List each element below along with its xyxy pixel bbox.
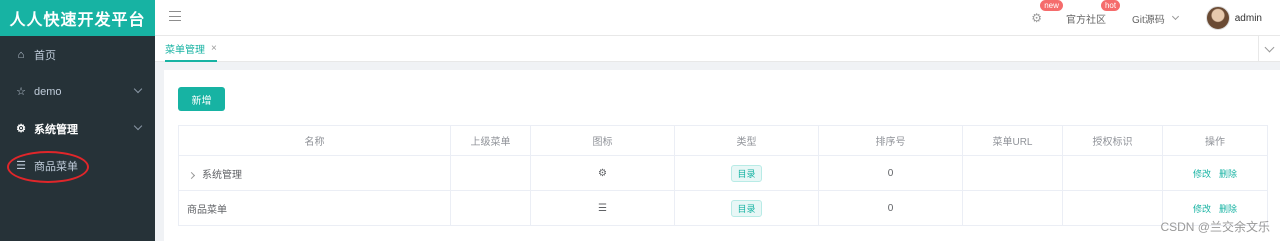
- col-type: 类型: [674, 125, 819, 156]
- star-icon: ☆: [16, 86, 26, 98]
- col-order: 排序号: [818, 125, 963, 156]
- git-source-dropdown[interactable]: Git源码: [1131, 11, 1179, 26]
- add-button[interactable]: 新增: [178, 87, 225, 111]
- cell-order: 0: [818, 190, 963, 226]
- cell-icon: ⚙: [530, 155, 675, 191]
- sidebar: 人人快速开发平台 ⌂ 首页 ☆ demo ⚙ 系统管理 ☰ 商品菜单: [0, 0, 155, 241]
- table-row: 系统管理 ⚙ 目录 0 修改 删除: [178, 155, 1268, 191]
- cell-order: 0: [818, 155, 963, 191]
- cell-icon: ☰: [530, 190, 675, 226]
- cell-parent: [450, 155, 531, 191]
- sidebar-item-home[interactable]: ⌂ 首页: [0, 36, 155, 73]
- cell-perm: [1062, 155, 1163, 191]
- settings-gear[interactable]: ⚙ new: [1031, 0, 1064, 25]
- cell-name: 系统管理: [178, 155, 451, 191]
- menu-icon: ☰: [598, 202, 607, 214]
- cell-name: 商品菜单: [178, 190, 451, 226]
- edit-link[interactable]: 修改: [1193, 204, 1211, 214]
- col-parent: 上级菜单: [450, 125, 531, 156]
- sidebar-item-label: 商品菜单: [34, 160, 78, 173]
- main-content: 新增 名称 上级菜单 图标 类型 排序号 菜单URL 授权标识 操作 系统管理: [164, 70, 1280, 241]
- chevron-down-icon: [133, 84, 143, 94]
- menu-table: 名称 上级菜单 图标 类型 排序号 菜单URL 授权标识 操作 系统管理 ⚙ 目…: [178, 125, 1268, 226]
- edit-link[interactable]: 修改: [1193, 169, 1211, 179]
- avatar[interactable]: [1205, 6, 1230, 30]
- sidebar-item-system[interactable]: ⚙ 系统管理: [0, 110, 155, 147]
- cell-parent: [450, 190, 531, 226]
- sidebar-item-label: 首页: [34, 49, 56, 62]
- header-right: ⚙ new 官方社区 hot Git源码 admin: [1031, 0, 1280, 36]
- gear-icon: ⚙: [598, 167, 607, 179]
- top-header: ⚙ new 官方社区 hot Git源码 admin: [155, 0, 1280, 36]
- sidebar-item-label: demo: [34, 85, 62, 98]
- type-tag: 目录: [731, 199, 762, 217]
- table-header-row: 名称 上级菜单 图标 类型 排序号 菜单URL 授权标识 操作: [178, 125, 1268, 156]
- type-tag: 目录: [731, 164, 762, 182]
- git-label: Git源码: [1131, 14, 1165, 26]
- watermark: CSDN @兰交余文乐: [1160, 220, 1270, 234]
- col-name: 名称: [178, 125, 451, 156]
- new-badge: new: [1039, 0, 1064, 12]
- tab-label: 菜单管理: [165, 44, 205, 56]
- cell-url: [962, 190, 1063, 226]
- delete-link[interactable]: 删除: [1219, 204, 1237, 214]
- cell-type: 目录: [674, 155, 819, 191]
- tab-menu-management[interactable]: 菜单管理 ×: [165, 36, 217, 62]
- sidebar-item-label: 系统管理: [34, 123, 78, 136]
- home-icon: ⌂: [17, 48, 25, 61]
- cell-type: 目录: [674, 190, 819, 226]
- hamburger-icon[interactable]: [169, 11, 181, 21]
- col-actions: 操作: [1162, 125, 1268, 156]
- menu-icon: ☰: [16, 160, 26, 172]
- cell-actions: 修改 删除: [1162, 155, 1268, 191]
- hot-badge: hot: [1099, 0, 1122, 12]
- sidebar-item-demo[interactable]: ☆ demo: [0, 73, 155, 110]
- chevron-down-icon: [1171, 12, 1179, 21]
- gear-icon: ⚙: [16, 123, 26, 135]
- row-name-text: 系统管理: [202, 169, 242, 181]
- chevron-down-icon: [133, 121, 143, 131]
- tabs-bar: 菜单管理 ×: [155, 36, 1280, 62]
- col-url: 菜单URL: [962, 125, 1063, 156]
- community-link[interactable]: 官方社区 hot: [1065, 0, 1122, 26]
- tabs-more-button[interactable]: [1258, 36, 1280, 62]
- col-perm: 授权标识: [1062, 125, 1163, 156]
- col-icon: 图标: [530, 125, 675, 156]
- app-logo-title[interactable]: 人人快速开发平台: [0, 0, 155, 36]
- community-label: 官方社区: [1065, 14, 1106, 26]
- cell-url: [962, 155, 1063, 191]
- sidebar-item-product-menu[interactable]: ☰ 商品菜单: [0, 147, 155, 184]
- close-icon[interactable]: ×: [211, 43, 217, 54]
- username[interactable]: admin: [1235, 13, 1262, 24]
- chevron-right-icon[interactable]: [187, 171, 196, 179]
- delete-link[interactable]: 删除: [1219, 169, 1237, 179]
- cell-perm: [1062, 190, 1163, 226]
- gear-icon: ⚙: [1031, 11, 1042, 25]
- table-row: 商品菜单 ☰ 目录 0 修改 删除: [178, 190, 1268, 226]
